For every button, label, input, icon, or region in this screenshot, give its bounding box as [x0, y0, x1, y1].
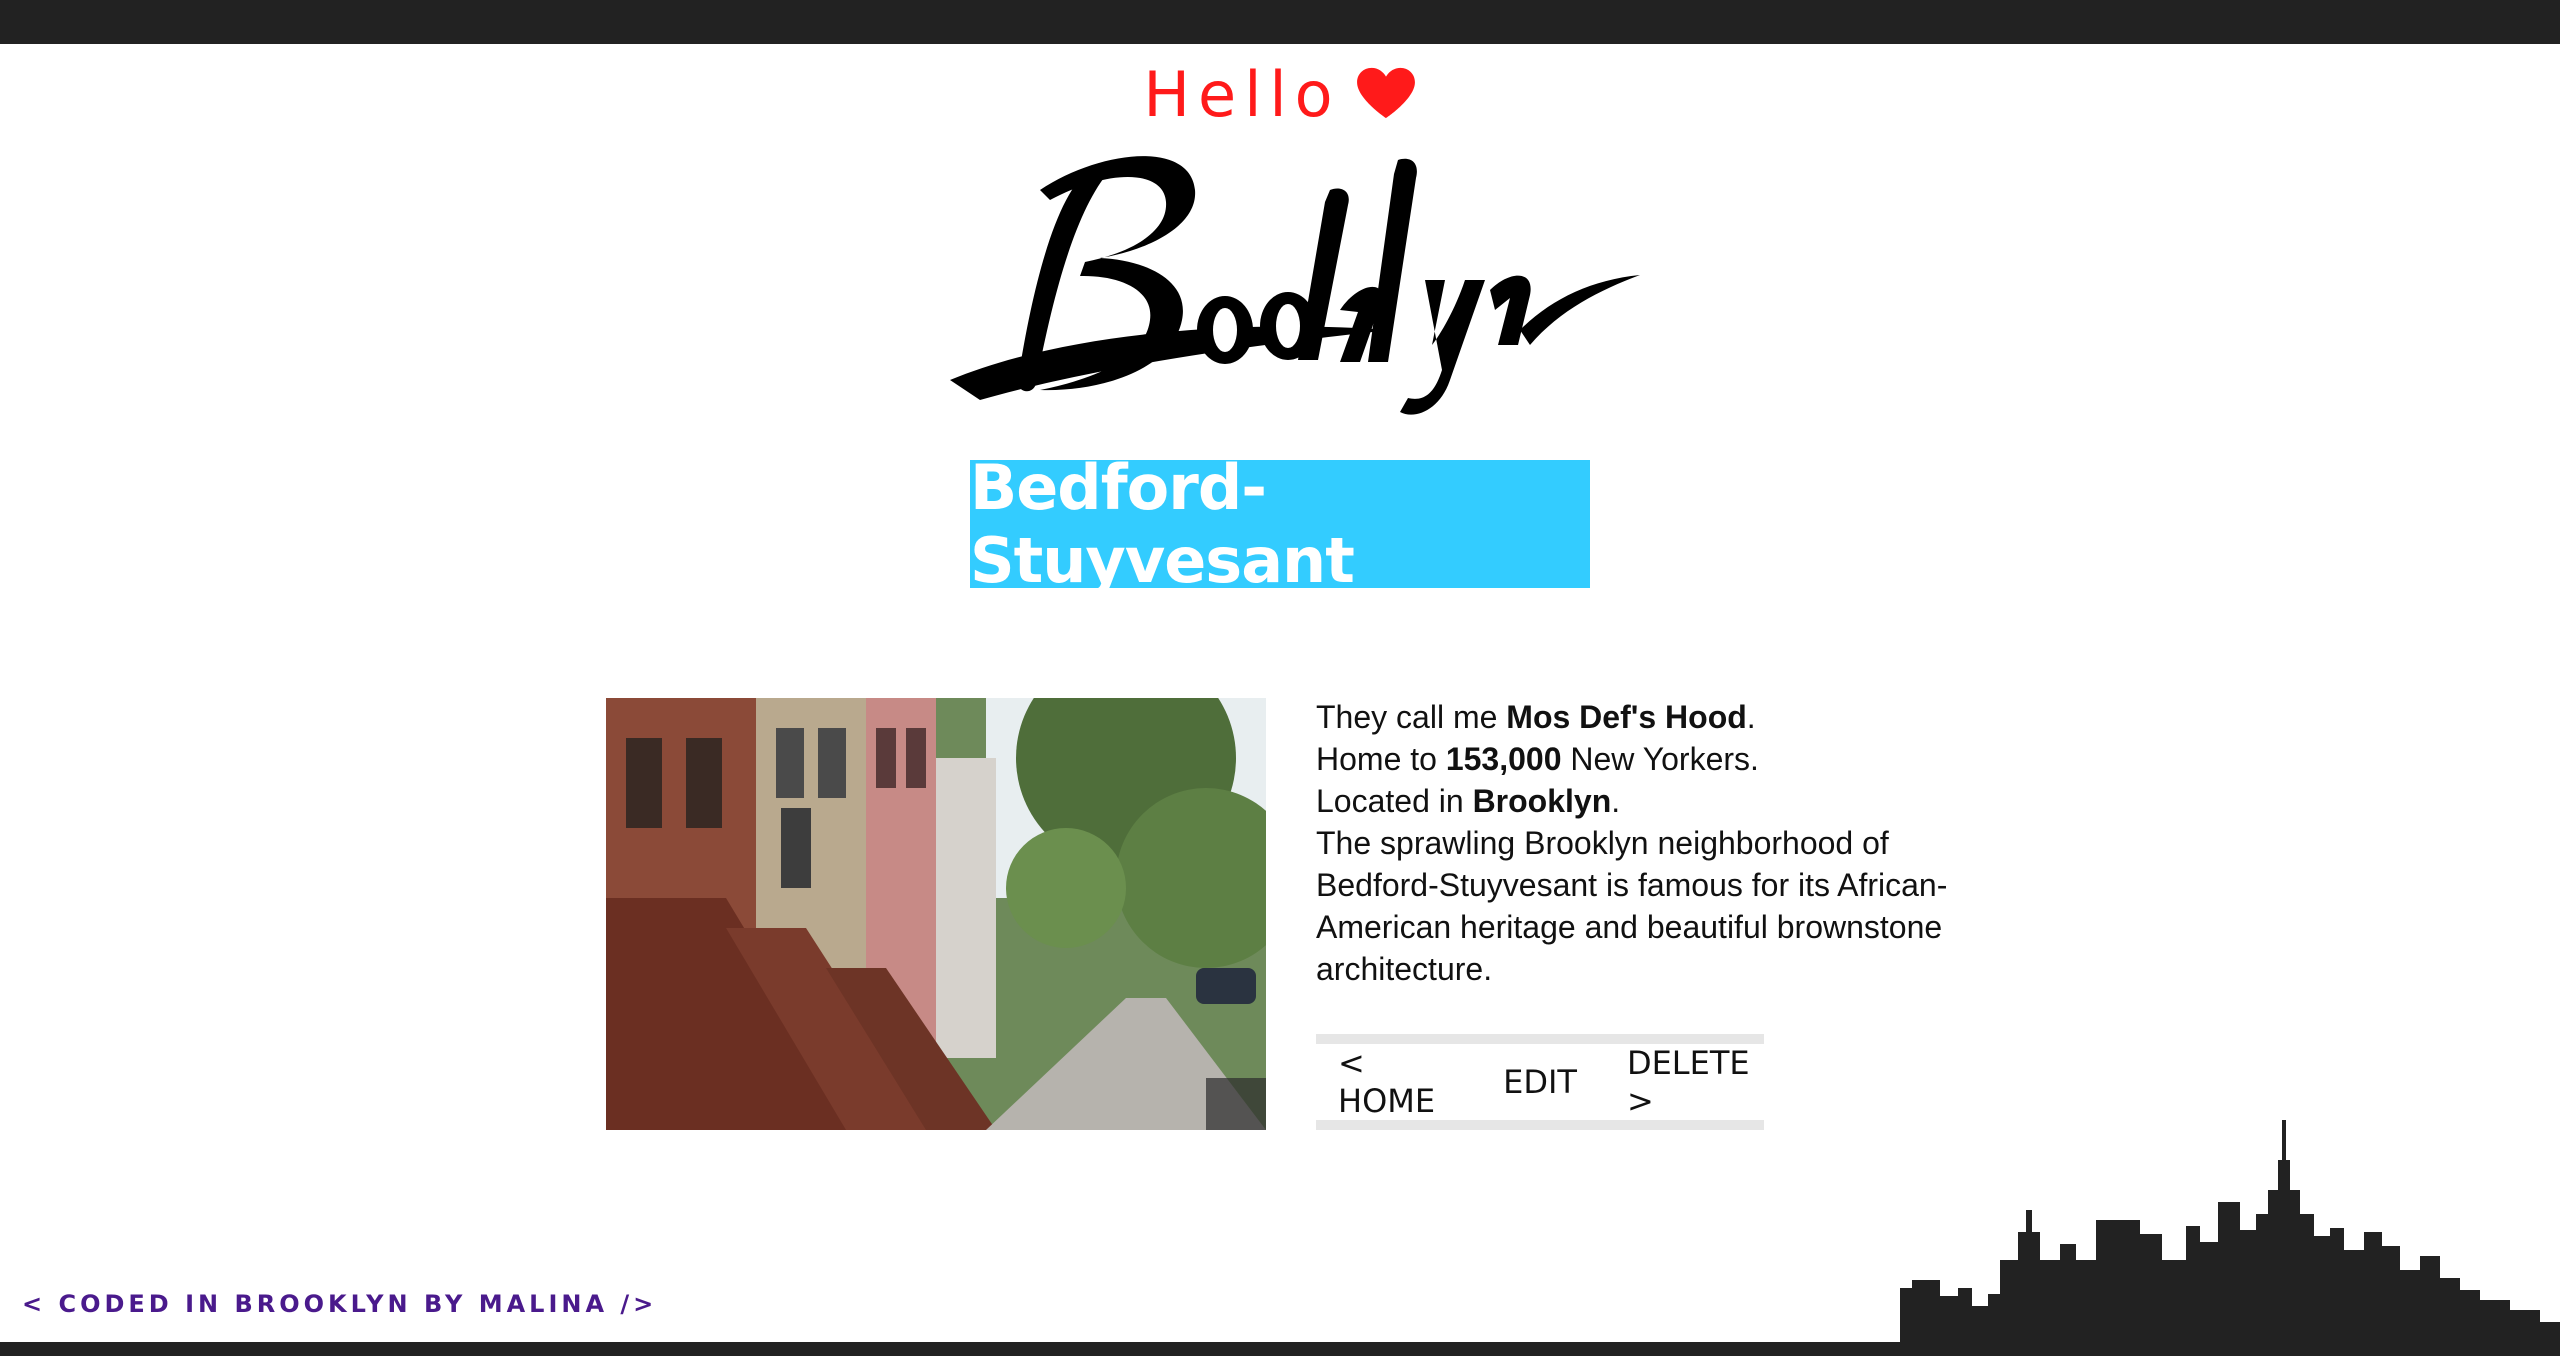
borough: Brooklyn: [1472, 783, 1612, 819]
action-nav: < HOME EDIT DELETE >: [1316, 1034, 1764, 1130]
brooklyn-logo: [950, 156, 1640, 415]
neighborhood-title-banner: Bedford-Stuyvesant: [970, 451, 1590, 597]
edit-link[interactable]: EDIT: [1503, 1063, 1577, 1101]
population-suffix: New Yorkers.: [1561, 741, 1759, 777]
nickname: Mos Def's Hood: [1506, 699, 1747, 735]
home-link[interactable]: < HOME: [1338, 1044, 1453, 1120]
description: The sprawling Brooklyn neighborhood of B…: [1316, 825, 1948, 987]
heart-icon: [1355, 58, 1417, 132]
population-line: Home to 153,000 New Yorkers.: [1316, 738, 1996, 780]
neighborhood-photo: [606, 698, 1266, 1130]
greeting-text: Hello: [1143, 58, 1341, 131]
top-bar: [0, 0, 2560, 44]
location-line: Located in Brooklyn.: [1316, 783, 1621, 819]
population-value: 153,000: [1445, 741, 1562, 777]
bottom-bar: [0, 1342, 2560, 1356]
neighborhood-title: Bedford-Stuyvesant: [970, 451, 1355, 597]
hello-heading: Hello: [0, 58, 2560, 132]
location-prefix: Located in: [1316, 783, 1473, 819]
delete-link[interactable]: DELETE >: [1627, 1044, 1764, 1120]
nickname-line: They call me Mos Def's Hood.: [1316, 699, 1756, 735]
footer-credit: < CODED IN BROOKLYN BY MALINA />: [22, 1290, 658, 1318]
skyline-silhouette: [1900, 1120, 2560, 1346]
neighborhood-info: They call me Mos Def's Hood. Home to 153…: [1316, 696, 1996, 990]
population-prefix: Home to: [1316, 741, 1446, 777]
nickname-prefix: They call me: [1316, 699, 1507, 735]
